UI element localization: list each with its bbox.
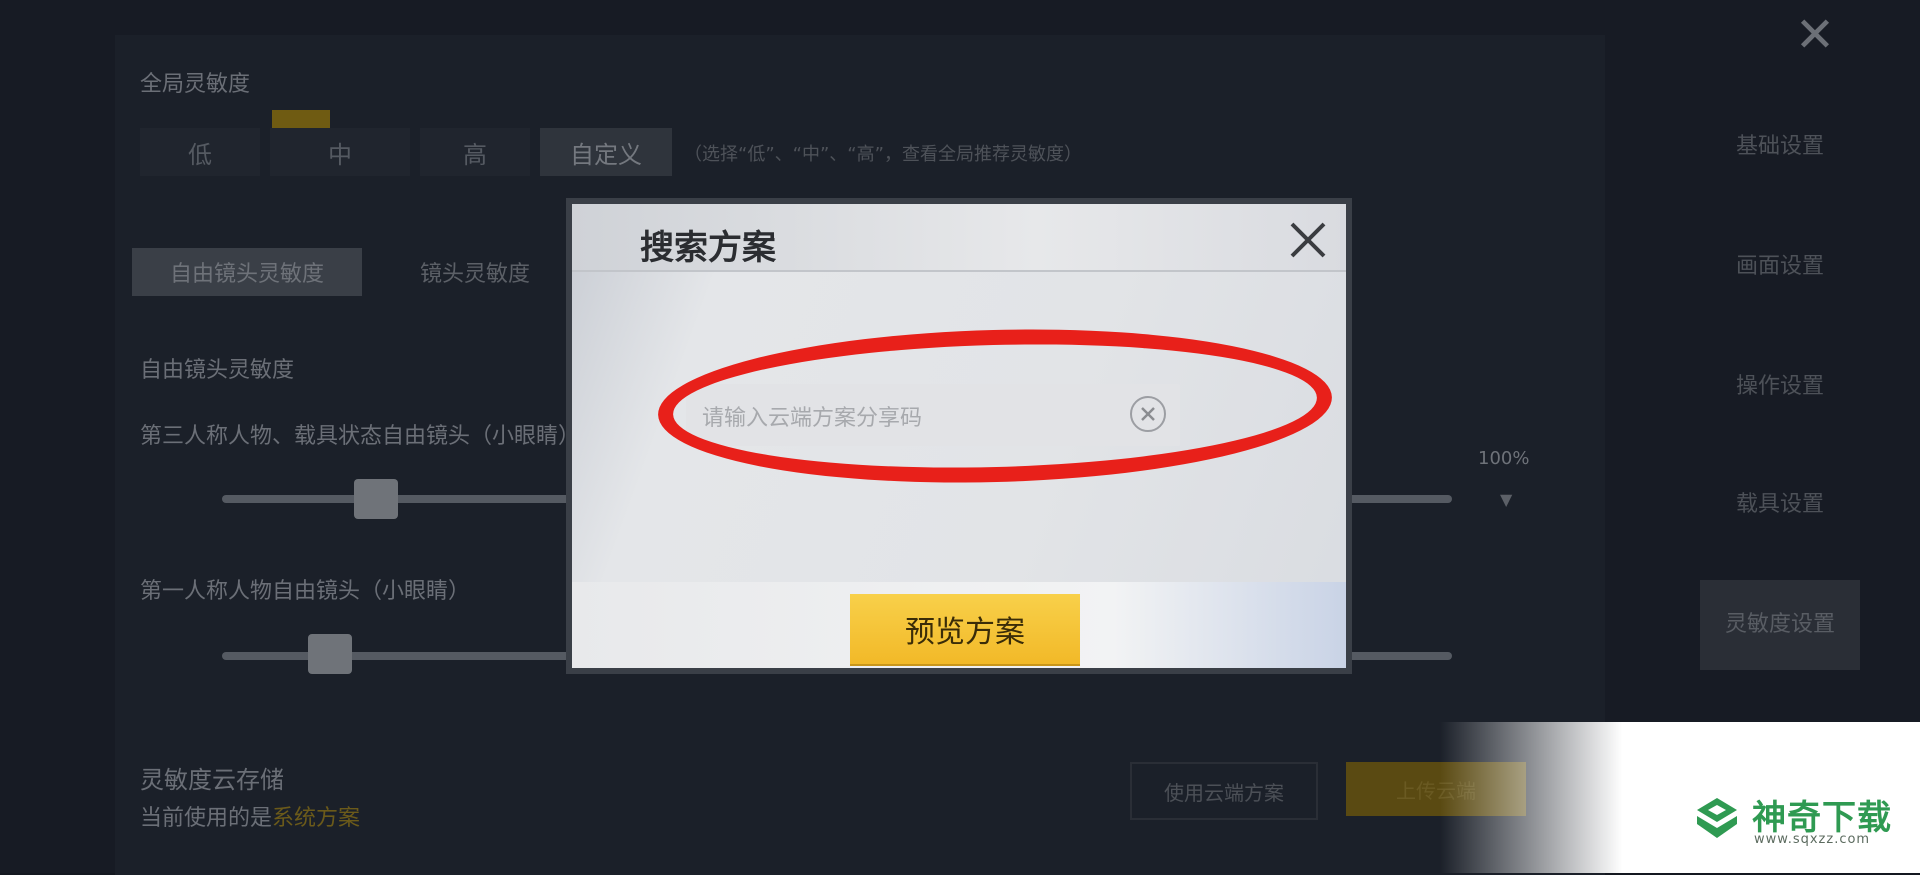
nav-sensitivity-settings[interactable]: 灵敏度设置	[1700, 580, 1860, 670]
chevron-down-icon[interactable]: ▼	[1500, 490, 1512, 509]
global-sensitivity-title: 全局灵敏度	[140, 72, 251, 97]
levels-hint: （选择“低”、“中”、“高”，查看全局推荐灵敏度）	[684, 144, 1082, 165]
level-custom-button[interactable]: 自定义	[540, 128, 672, 176]
nav-control-settings[interactable]: 操作设置	[1700, 368, 1860, 400]
use-cloud-button[interactable]: 使用云端方案	[1130, 762, 1318, 820]
row2-label: 第一人称人物自由镜头（小眼睛）	[140, 579, 471, 604]
close-icon-svg	[1290, 222, 1326, 258]
cloud-status-scheme: 系统方案	[272, 806, 361, 831]
cloud-storage-title: 灵敏度云存储	[140, 766, 284, 794]
recommended-tag	[272, 110, 330, 128]
row1-label: 第三人称人物、载具状态自由镜头（小眼睛）	[140, 424, 581, 449]
level-low-button[interactable]: 低	[140, 128, 260, 176]
group-title: 自由镜头灵敏度	[140, 358, 295, 383]
cloud-storage-status: 当前使用的是系统方案	[140, 800, 360, 832]
level-high-button[interactable]: 高	[420, 128, 530, 176]
tab-camera[interactable]: 镜头灵敏度	[380, 248, 570, 296]
watermark-logo-icon	[1694, 795, 1740, 841]
level-mid-button[interactable]: 中	[270, 128, 410, 176]
row1-slider-handle[interactable]	[354, 479, 398, 519]
close-icon[interactable]	[1286, 218, 1330, 262]
tab-free-camera[interactable]: 自由镜头灵敏度	[132, 248, 362, 296]
nav-basic-settings[interactable]: 基础设置	[1700, 128, 1860, 160]
row2-slider-handle[interactable]	[308, 634, 352, 674]
dialog-title: 搜索方案	[640, 228, 776, 268]
settings-close-icon[interactable]: ✕	[1790, 10, 1840, 60]
logo-svg	[1697, 798, 1737, 838]
preview-scheme-button[interactable]: 预览方案	[850, 594, 1080, 664]
watermark-url: www.sqxzz.com	[1754, 832, 1871, 847]
nav-vehicle-settings[interactable]: 载具设置	[1700, 486, 1860, 518]
nav-display-settings[interactable]: 画面设置	[1700, 248, 1860, 280]
percent-value: 100%	[1478, 448, 1530, 469]
cloud-status-prefix: 当前使用的是	[140, 806, 273, 831]
